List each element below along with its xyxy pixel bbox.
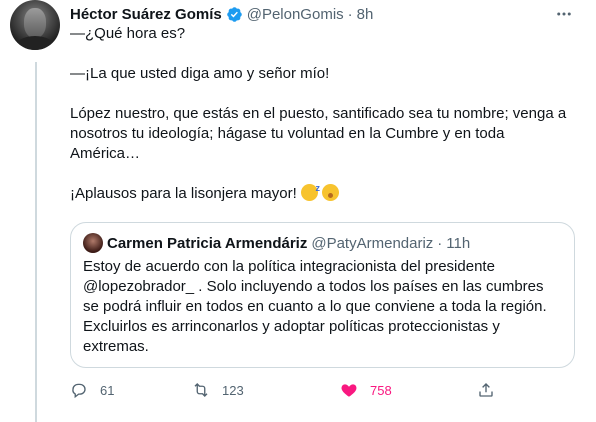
tweet-text: —¿Qué hora es? —¡La que usted diga amo y… — [70, 24, 575, 204]
yawning-face-icon — [300, 178, 320, 201]
quoted-header: Carmen Patricia Armendáriz @PatyArmendar… — [83, 233, 562, 253]
tweet-line-last: ¡Aplausos para la lisonjera mayor! — [70, 178, 575, 204]
reply-button[interactable]: 61 — [70, 378, 114, 402]
quoted-separator: · — [437, 234, 443, 252]
reply-icon — [72, 383, 86, 399]
tweet-line: —¡La que usted diga amo y señor mío! — [70, 65, 330, 82]
tweet-time[interactable]: 8h — [357, 6, 374, 23]
quoted-avatar — [83, 233, 103, 253]
author-name[interactable]: Héctor Suárez Gomís — [70, 6, 222, 23]
author-handle[interactable]: @PelonGomis — [247, 6, 344, 23]
tweet-line: —¿Qué hora es? — [70, 25, 186, 42]
quoted-text: Estoy de acuerdo con la política integra… — [83, 258, 547, 355]
action-bar: 61 123 758 — [70, 378, 530, 402]
reply-count: 61 — [100, 382, 115, 398]
share-button[interactable] — [477, 378, 495, 402]
avatar-face — [24, 8, 46, 38]
avatar-shoulders — [15, 36, 55, 50]
author-avatar[interactable] — [10, 0, 60, 50]
like-count: 758 — [370, 382, 392, 398]
heart-icon — [341, 384, 357, 397]
sleeping-face-icon — [322, 184, 340, 201]
retweet-count: 123 — [222, 382, 244, 398]
tweet-header: Héctor Suárez Gomís @PelonGomis · 8h — [70, 4, 576, 24]
quoted-author-name: Carmen Patricia Armendáriz — [107, 234, 308, 252]
retweet-icon — [194, 383, 208, 397]
thread-line — [35, 62, 37, 422]
header-separator: · — [347, 5, 353, 23]
quoted-tweet[interactable]: Carmen Patricia Armendáriz @PatyArmendar… — [70, 222, 575, 368]
tweet-line: López nuestro, que estás en el puesto, s… — [70, 105, 567, 162]
quoted-time: 11h — [446, 234, 471, 252]
quoted-handle: @PatyArmendariz — [311, 234, 434, 252]
tweet-line: ¡Aplausos para la lisonjera mayor! — [70, 185, 297, 202]
verified-badge-icon — [226, 6, 242, 22]
like-button[interactable]: 758 — [340, 378, 392, 402]
retweet-button[interactable]: 123 — [192, 378, 244, 402]
more-options-icon[interactable] — [552, 4, 576, 24]
share-icon — [479, 383, 493, 397]
